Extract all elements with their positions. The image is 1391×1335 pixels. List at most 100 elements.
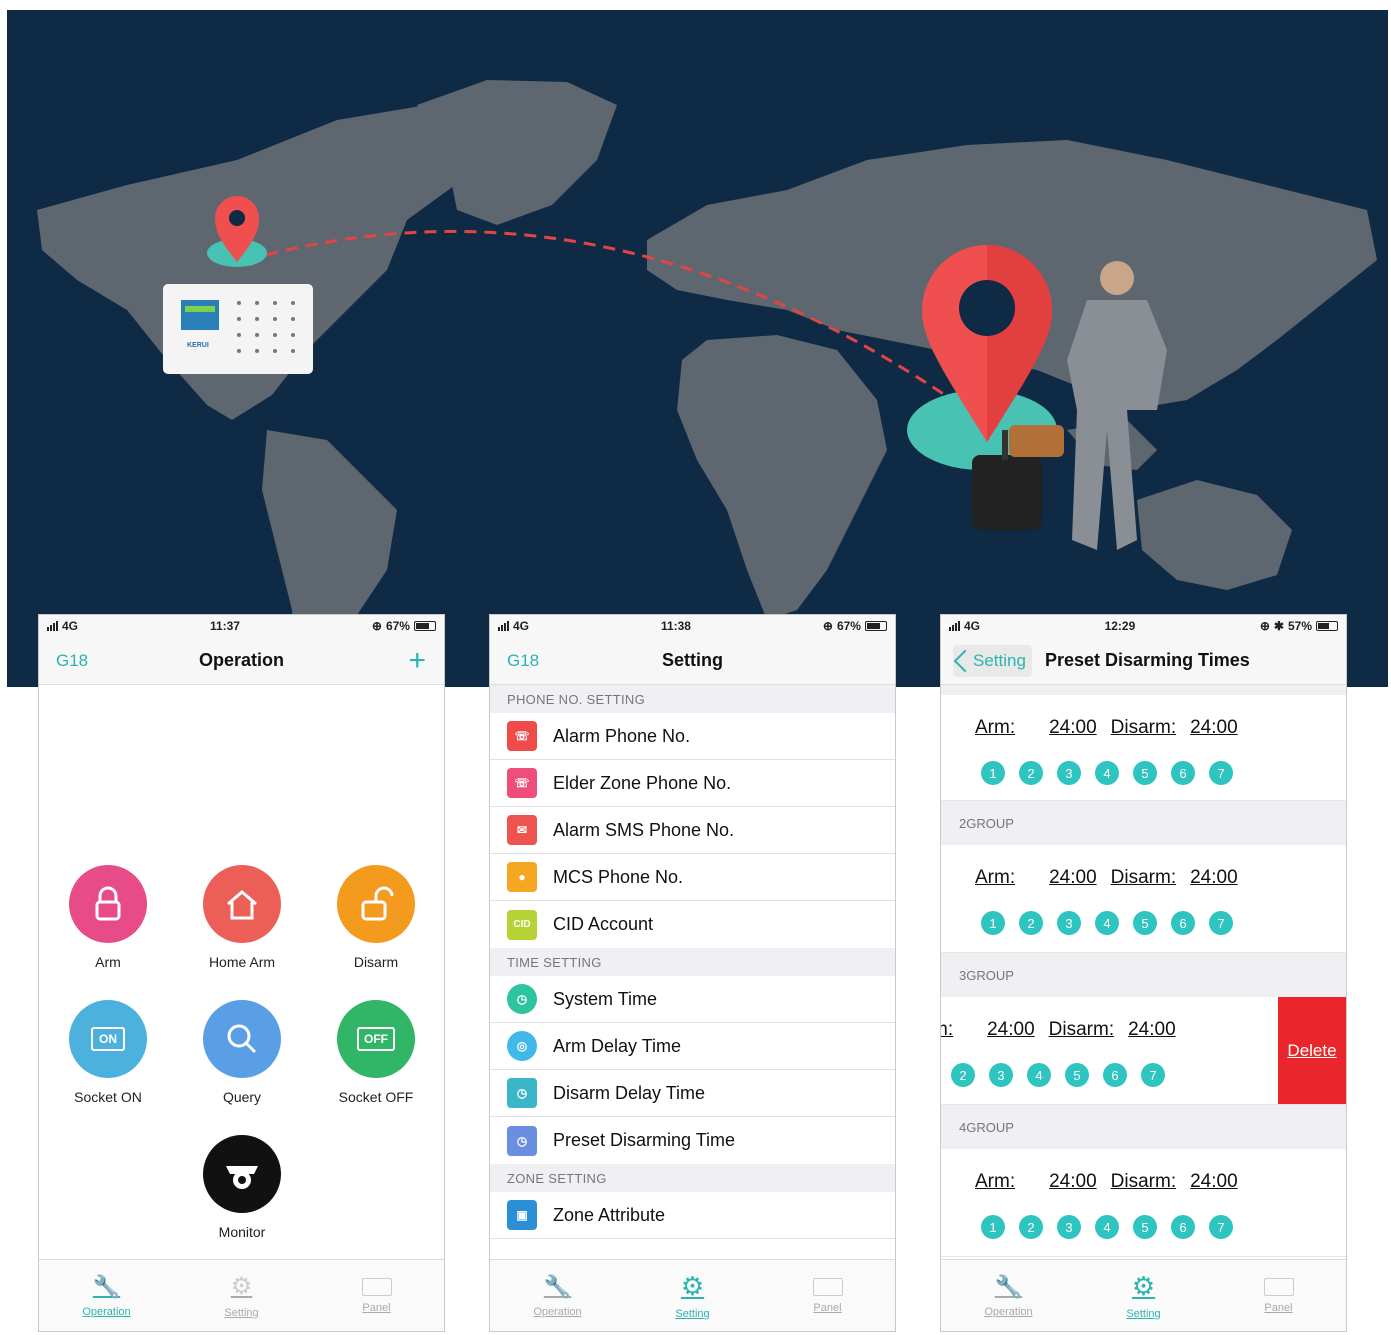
tab-setting[interactable]: ⚙ Setting bbox=[625, 1260, 760, 1331]
day-toggle[interactable]: 4 bbox=[1095, 761, 1119, 785]
day-toggle[interactable]: 2 bbox=[1019, 911, 1043, 935]
arm-delay-row[interactable]: ◎ Arm Delay Time bbox=[490, 1023, 895, 1070]
monitor-label: Monitor bbox=[218, 1224, 266, 1240]
arm-label: Arm bbox=[95, 954, 121, 970]
camera-icon bbox=[203, 1135, 281, 1213]
tab-setting[interactable]: ⚙ Setting bbox=[1076, 1260, 1211, 1331]
group-list: Arm: 24:00 Disarm: 24:00 1234567 2GROUP Arm… bbox=[941, 685, 1346, 1257]
day-toggle[interactable]: 6 bbox=[1171, 761, 1195, 785]
query-label: Query bbox=[222, 1089, 262, 1105]
back-button[interactable]: Setting bbox=[953, 645, 1032, 677]
battery-percent: 67% bbox=[385, 619, 410, 633]
tab-panel[interactable]: Panel bbox=[1211, 1260, 1346, 1331]
device-name-button[interactable]: G18 bbox=[56, 651, 88, 671]
day-toggle[interactable]: 6 bbox=[1171, 911, 1195, 935]
day-toggle[interactable]: 1 bbox=[981, 911, 1005, 935]
tab-operation[interactable]: 🔧 Operation bbox=[39, 1260, 174, 1331]
elder-zone-phone-row[interactable]: ☏ Elder Zone Phone No. bbox=[490, 760, 895, 807]
network-label: 4G bbox=[964, 619, 981, 633]
device-name-button[interactable]: G18 bbox=[507, 651, 539, 671]
status-bar: 4G 11:37 ⊕ 67% bbox=[39, 615, 444, 637]
disarm-time[interactable]: 24:00 bbox=[1190, 717, 1238, 739]
arm-time[interactable]: 24:00 bbox=[1049, 1171, 1097, 1193]
continents bbox=[37, 80, 1377, 670]
monitor-button[interactable]: Monitor bbox=[177, 1135, 307, 1240]
day-toggle[interactable]: 5 bbox=[1133, 911, 1157, 935]
panel-icon bbox=[1263, 1277, 1294, 1296]
disarm-time[interactable]: 24:00 bbox=[1190, 1171, 1238, 1193]
delete-button[interactable]: Delete bbox=[1278, 997, 1346, 1104]
cid-account-row[interactable]: CID CID Account bbox=[490, 901, 895, 948]
group-card[interactable]: Arm: 24:00 Disarm: 24:00 1234567 bbox=[941, 1149, 1346, 1257]
disarm-button[interactable]: Disarm bbox=[311, 865, 441, 970]
preset-disarming-row[interactable]: ◷ Preset Disarming Time bbox=[490, 1117, 895, 1164]
query-button[interactable]: Query bbox=[177, 1000, 307, 1105]
socket-off-button[interactable]: OFF Socket OFF bbox=[311, 1000, 441, 1105]
sms-phone-icon: ✉ bbox=[507, 815, 537, 845]
battery-percent: 57% bbox=[1287, 619, 1312, 633]
alarm-sms-phone-row[interactable]: ✉ Alarm SMS Phone No. bbox=[490, 807, 895, 854]
disarm-time[interactable]: 24:00 bbox=[1190, 867, 1238, 889]
setting-screen: 4G 11:38 ⊕ 67% G18 Setting PHONE NO. SETT… bbox=[489, 614, 896, 1332]
disarm-time[interactable]: 24:00 bbox=[1128, 1019, 1176, 1041]
unlock-icon bbox=[337, 865, 415, 943]
day-toggle[interactable]: 4 bbox=[1095, 911, 1119, 935]
disarm-label: Disarm bbox=[353, 954, 399, 970]
day-toggle[interactable]: 5 bbox=[1065, 1063, 1089, 1087]
arm-button[interactable]: Arm bbox=[43, 865, 173, 970]
day-toggle[interactable]: 4 bbox=[1095, 1215, 1119, 1239]
network-label: 4G bbox=[62, 619, 79, 633]
disarm-label: Disarm: bbox=[1048, 1019, 1115, 1040]
zone-attribute-row[interactable]: ▣ Zone Attribute bbox=[490, 1192, 895, 1239]
day-toggle[interactable]: 4 bbox=[1027, 1063, 1051, 1087]
clock: 12:29 bbox=[1104, 619, 1136, 633]
weekday-selector: 1234567 bbox=[981, 911, 1233, 935]
nav-bar: G18 Operation + bbox=[39, 637, 444, 685]
day-toggle[interactable]: 7 bbox=[1209, 911, 1233, 935]
day-toggle[interactable]: 5 bbox=[1133, 1215, 1157, 1239]
alarm-phone-icon: ☏ bbox=[507, 721, 537, 751]
day-toggle[interactable]: 3 bbox=[1057, 1215, 1081, 1239]
weekday-selector: 1234567 bbox=[941, 1063, 1165, 1087]
day-toggle[interactable]: 2 bbox=[1019, 1215, 1043, 1239]
tab-bar: 🔧 Operation ⚙ Setting Panel bbox=[941, 1259, 1346, 1331]
alarm-phone-row[interactable]: ☏ Alarm Phone No. bbox=[490, 713, 895, 760]
status-bar: 4G 12:29 ⊕ ✱ 57% bbox=[941, 615, 1346, 637]
day-toggle[interactable]: 6 bbox=[1171, 1215, 1195, 1239]
group-card-swiped[interactable]: Arm: 24:00 Disarm: 24:00 1234567 Delete bbox=[941, 997, 1346, 1105]
tab-setting[interactable]: ⚙ Setting bbox=[174, 1260, 309, 1331]
tab-panel[interactable]: Panel bbox=[760, 1260, 895, 1331]
day-toggle[interactable]: 3 bbox=[1057, 761, 1081, 785]
tab-operation[interactable]: 🔧 Operation bbox=[490, 1260, 625, 1331]
arm-label: Arm: bbox=[975, 717, 1016, 738]
day-toggle[interactable]: 5 bbox=[1133, 761, 1157, 785]
group-card[interactable]: Arm: 24:00 Disarm: 24:00 1234567 bbox=[941, 845, 1346, 953]
day-toggle[interactable]: 6 bbox=[1103, 1063, 1127, 1087]
add-icon[interactable]: + bbox=[408, 645, 426, 676]
lock-icon bbox=[69, 865, 147, 943]
rotation-lock-icon: ⊕ bbox=[1259, 619, 1270, 633]
disarm-delay-row[interactable]: ◷ Disarm Delay Time bbox=[490, 1070, 895, 1117]
day-toggle[interactable]: 7 bbox=[1141, 1063, 1165, 1087]
day-toggle[interactable]: 2 bbox=[951, 1063, 975, 1087]
day-toggle[interactable]: 7 bbox=[1209, 1215, 1233, 1239]
day-toggle[interactable]: 7 bbox=[1209, 761, 1233, 785]
arm-time[interactable]: 24:00 bbox=[1049, 717, 1097, 739]
day-toggle[interactable]: 2 bbox=[1019, 761, 1043, 785]
group-card[interactable]: Arm: 24:00 Disarm: 24:00 1234567 bbox=[941, 695, 1346, 801]
socket-on-button[interactable]: ON Socket ON bbox=[43, 1000, 173, 1105]
mcs-phone-row[interactable]: ● MCS Phone No. bbox=[490, 854, 895, 901]
day-toggle[interactable]: 1 bbox=[981, 761, 1005, 785]
arm-label: Arm: bbox=[975, 1171, 1016, 1192]
home-arm-button[interactable]: Home Arm bbox=[177, 865, 307, 970]
day-toggle[interactable]: 3 bbox=[989, 1063, 1013, 1087]
day-toggle[interactable]: 1 bbox=[981, 1215, 1005, 1239]
tab-operation[interactable]: 🔧 Operation bbox=[941, 1260, 1076, 1331]
tab-panel[interactable]: Panel bbox=[309, 1260, 444, 1331]
system-time-row[interactable]: ◷ System Time bbox=[490, 976, 895, 1023]
arm-time[interactable]: 24:00 bbox=[987, 1019, 1035, 1041]
arm-time[interactable]: 24:00 bbox=[1049, 867, 1097, 889]
arm-label: Arm: bbox=[941, 1019, 954, 1040]
nav-bar: Setting Preset Disarming Times bbox=[941, 637, 1346, 685]
day-toggle[interactable]: 3 bbox=[1057, 911, 1081, 935]
